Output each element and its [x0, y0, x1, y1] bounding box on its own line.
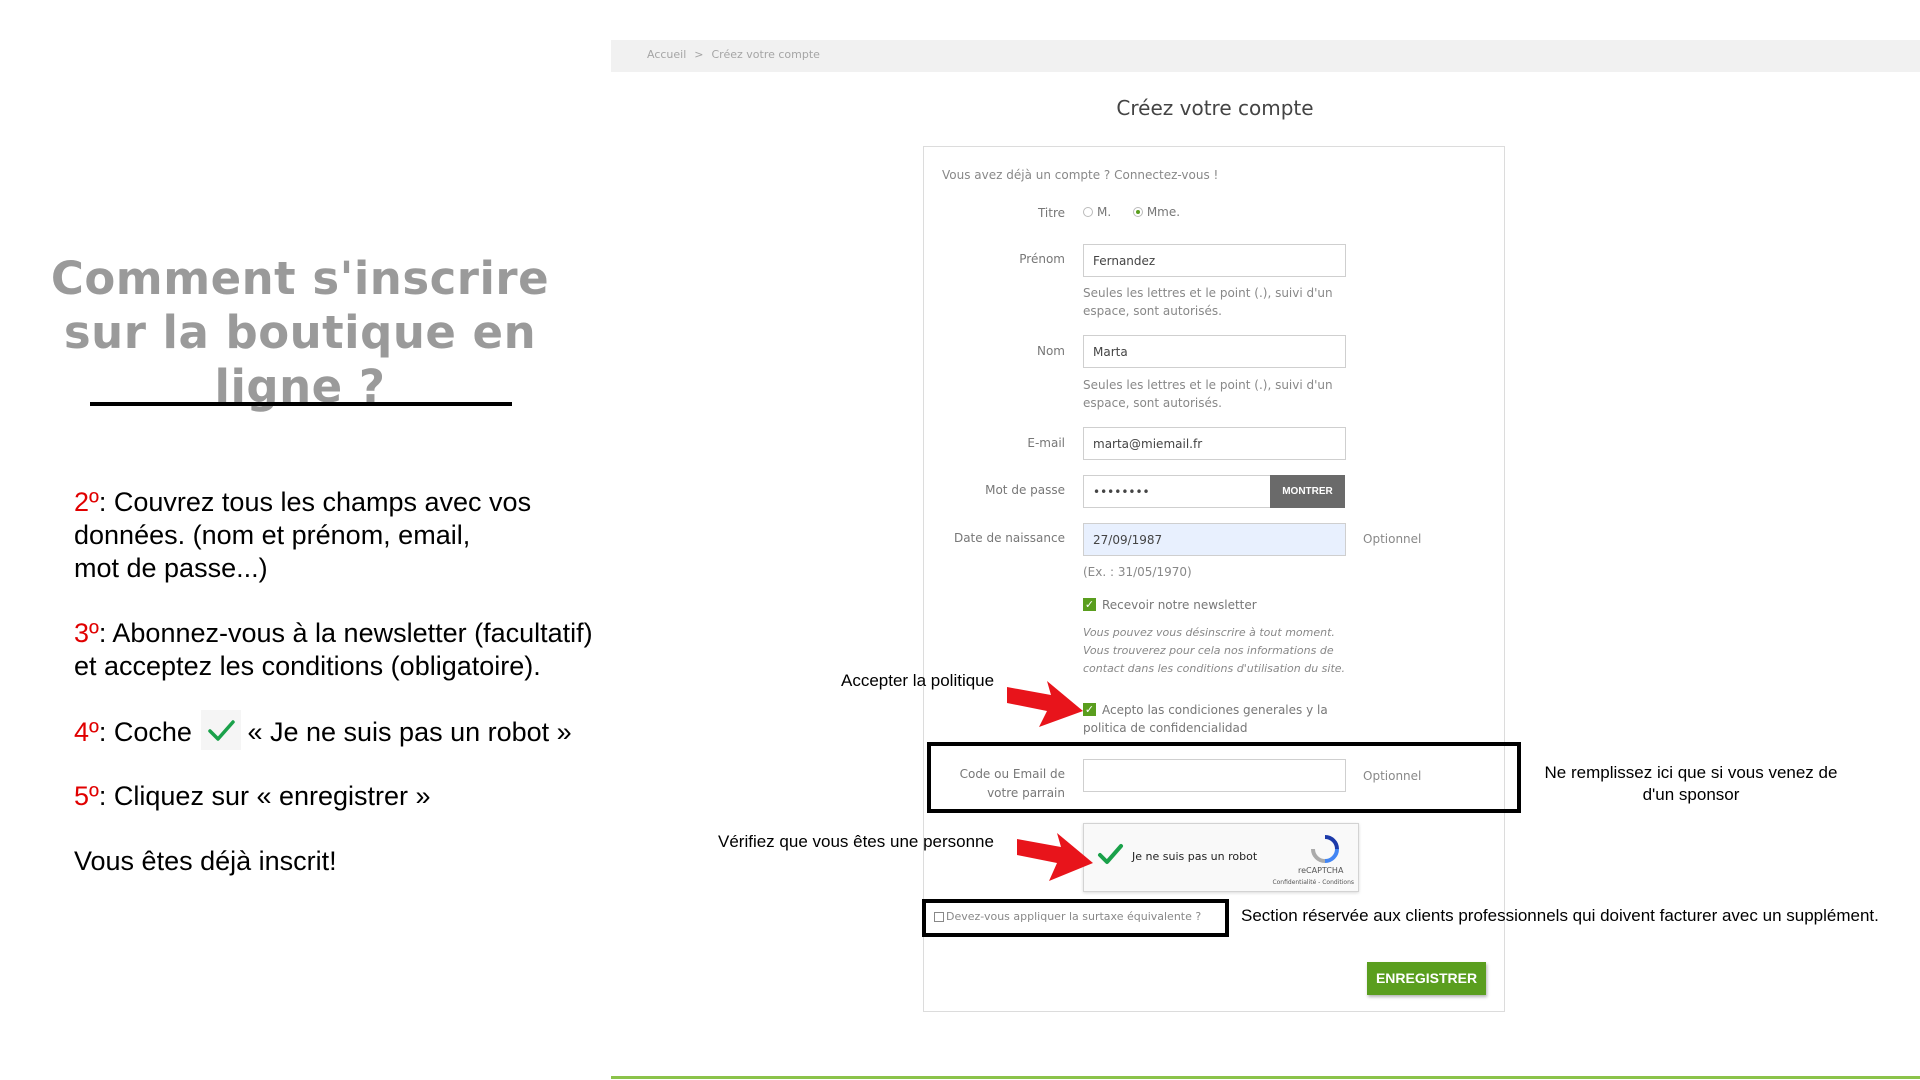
step-2: 2º: Couvrez tous les champs avec vos don… [74, 486, 531, 585]
annotation-sponsor-line2: d'un sponsor [1642, 785, 1740, 804]
page-title: Créez votre compte [1116, 96, 1314, 120]
lastname-hint-line1: Seules les lettres et le point (.), suiv… [1083, 378, 1333, 392]
policy-label-line1: Acepto las condiciones generales y la [1102, 703, 1328, 717]
annotation-sponsor: Ne remplissez ici que si vous venez de d… [1536, 762, 1846, 806]
email-label: E-mail [1027, 436, 1065, 450]
recaptcha-check-icon[interactable] [1096, 840, 1124, 873]
checkmark-icon [201, 710, 242, 750]
annotation-accept-policy: Accepter la politique [841, 671, 995, 690]
firstname-hint-line2: espace, sont autorisés. [1083, 304, 1222, 318]
step-5: 5º: Cliquez sur « enregistrer » [74, 780, 431, 813]
step-2-text-line1: : Couvrez tous les champs avec vos [98, 487, 532, 517]
newsletter-label: Recevoir notre newsletter [1102, 598, 1257, 612]
tutorial-title-line2: sur la boutique en ligne ? [63, 306, 537, 413]
title-divider [90, 402, 512, 406]
newsletter-option[interactable]: ✓ Recevoir notre newsletter [1083, 598, 1257, 612]
arrow-recaptcha-icon [1015, 827, 1095, 888]
lastname-hint: Seules les lettres et le point (.), suiv… [1083, 376, 1333, 412]
step-2-text-line2: données. (nom et prénom, email, [74, 520, 471, 550]
firstname-hint-line1: Seules les lettres et le point (.), suiv… [1083, 286, 1333, 300]
step-3-number: 3º [74, 618, 99, 648]
birthdate-optional-label: Optionnel [1363, 532, 1422, 546]
radio-mr-label: M. [1097, 205, 1112, 219]
breadcrumb-separator: > [694, 48, 704, 61]
title-radio-group: M. Mme. [1083, 205, 1180, 219]
step-3-text-line1: : Abonnez-vous à la newsletter (facultat… [98, 618, 593, 648]
step-4-text-pre: : Coche [98, 717, 192, 748]
footer-divider [611, 1076, 1920, 1079]
newsletter-note-line2: Vous trouverez pour cela nos information… [1083, 644, 1334, 657]
newsletter-note-line1: Vous pouvez vous désinscrire à tout mome… [1083, 626, 1335, 639]
step-4-number: 4º [74, 717, 99, 748]
email-input[interactable]: marta@miemail.fr [1083, 427, 1346, 460]
firstname-hint: Seules les lettres et le point (.), suiv… [1083, 284, 1333, 320]
breadcrumb: Accueil > Créez votre compte [647, 48, 820, 61]
done-message: Vous êtes déjà inscrit! [74, 846, 337, 876]
step-5-text: : Cliquez sur « enregistrer » [98, 781, 431, 811]
annotation-verify-person: Vérifiez que vous êtes une personne [718, 832, 994, 851]
newsletter-note: Vous pouvez vous désinscrire à tout mome… [1083, 624, 1345, 678]
newsletter-checkbox[interactable]: ✓ [1083, 598, 1096, 611]
recaptcha-links[interactable]: Confidentialité - Conditions [1258, 879, 1354, 886]
newsletter-note-line3: contact dans les conditions d'utilisatio… [1083, 662, 1346, 675]
birthdate-label: Date de naissance [953, 531, 1065, 545]
tutorial-title: Comment s'inscrire sur la boutique en li… [0, 252, 600, 414]
birthdate-input[interactable]: 27/09/1987 [1083, 523, 1346, 556]
step-4: 4º: Coche « Je ne suis pas un robot » [74, 710, 572, 754]
firstname-label: Prénom [1019, 252, 1065, 266]
birthdate-hint: (Ex. : 31/05/1970) [1083, 565, 1192, 579]
step-3: 3º: Abonnez-vous à la newsletter (facult… [74, 617, 593, 683]
password-label: Mot de passe [985, 483, 1065, 497]
step-3-text-line2: et acceptez les conditions (obligatoire)… [74, 651, 541, 681]
radio-mrs[interactable] [1132, 206, 1143, 217]
recaptcha-logo-icon [1310, 834, 1340, 869]
show-password-button[interactable]: MONTRER [1270, 475, 1345, 508]
breadcrumb-home-link[interactable]: Accueil [647, 48, 686, 61]
recaptcha-widget[interactable]: Je ne suis pas un robot reCAPTCHA Confid… [1083, 823, 1359, 892]
step-5-number: 5º [74, 781, 99, 811]
firstname-input[interactable]: Fernandez [1083, 244, 1346, 277]
recaptcha-brand: reCAPTCHA [1298, 866, 1344, 875]
surcharge-highlight-box [922, 899, 1229, 937]
lastname-label: Nom [1036, 344, 1065, 358]
recaptcha-label: Je ne suis pas un robot [1132, 850, 1258, 863]
annotation-sponsor-line1: Ne remplissez ici que si vous venez de [1544, 763, 1838, 782]
annotation-pro-section: Section réservée aux clients professionn… [1241, 906, 1879, 925]
radio-mrs-label: Mme. [1146, 205, 1181, 219]
policy-label-line2: politica de confidencialidad [1083, 721, 1248, 735]
arrow-policy-icon [1005, 673, 1085, 734]
login-link[interactable]: Vous avez déjà un compte ? Connectez-vou… [942, 168, 1218, 182]
password-input[interactable]: •••••••• [1083, 475, 1271, 508]
step-2-text-line3: mot de passe...) [74, 553, 268, 583]
radio-mr[interactable] [1083, 206, 1093, 217]
lastname-input[interactable]: Marta [1083, 335, 1346, 368]
breadcrumb-current: Créez votre compte [711, 48, 820, 61]
register-button[interactable]: ENREGISTRER [1367, 962, 1486, 995]
tutorial-title-line1: Comment s'inscrire [50, 252, 550, 305]
title-label: Titre [1037, 206, 1065, 220]
sponsor-highlight-box [927, 742, 1521, 813]
step-2-number: 2º [74, 487, 99, 517]
policy-option[interactable]: ✓ Acepto las condiciones generales y la p… [1083, 701, 1328, 737]
step-4-text-post: « Je ne suis pas un robot » [247, 717, 572, 748]
lastname-hint-line2: espace, sont autorisés. [1083, 396, 1222, 410]
